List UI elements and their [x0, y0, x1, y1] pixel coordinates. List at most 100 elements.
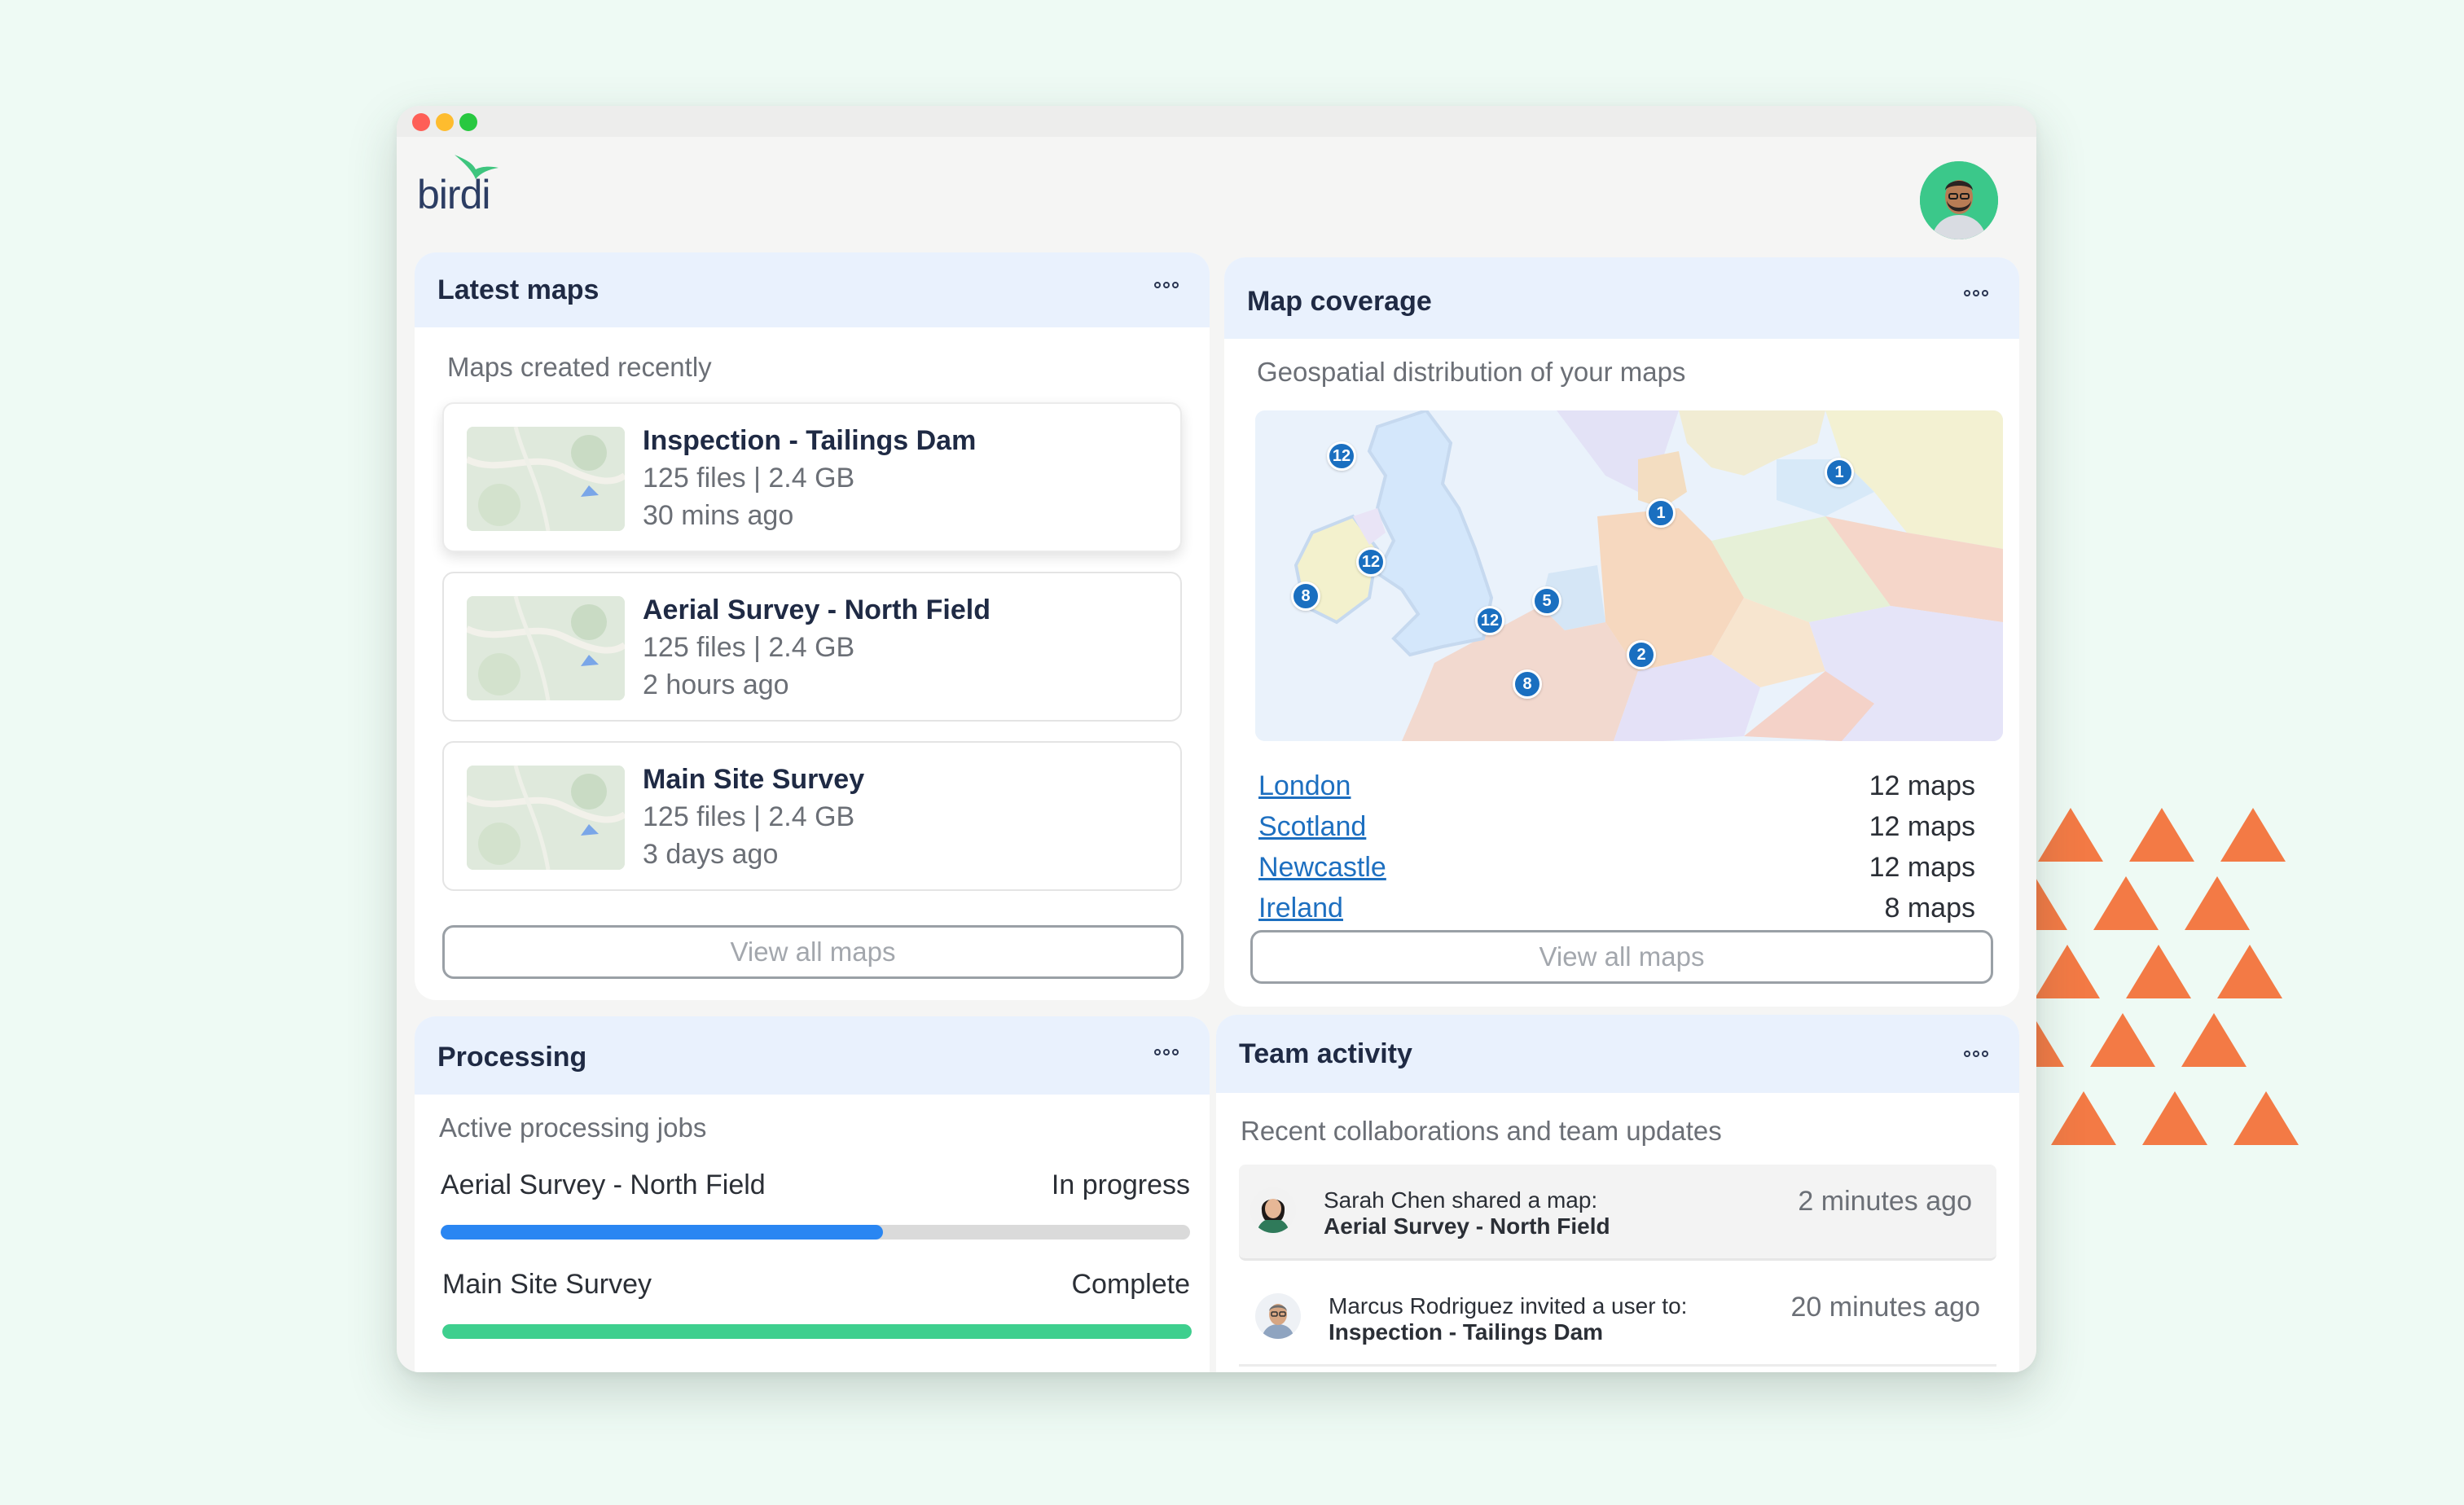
triangle-shape — [2220, 808, 2286, 862]
map-pin[interactable]: 8 — [1291, 581, 1320, 611]
view-all-maps-button[interactable]: View all maps — [442, 925, 1184, 979]
birdi-logo[interactable]: birdi — [417, 153, 515, 226]
minimize-window-button[interactable] — [436, 113, 454, 131]
decorative-triangles — [2020, 798, 2346, 1156]
map-list-item[interactable]: Inspection - Tailings Dam 125 files | 2.… — [442, 402, 1182, 552]
location-row: Scotland 12 maps — [1258, 811, 1975, 849]
latest-maps-card: Latest maps Maps created recently Inspec… — [415, 252, 1210, 1000]
triangle-shape — [2181, 1013, 2247, 1067]
job-name: Main Site Survey — [442, 1269, 652, 1300]
progress-bar — [441, 1225, 1190, 1240]
team-activity-header: Team activity — [1216, 1015, 2019, 1093]
triangle-shape — [2035, 945, 2100, 998]
map-pin[interactable]: 8 — [1513, 669, 1542, 699]
map-pin[interactable]: 5 — [1532, 586, 1561, 616]
activity-time: 20 minutes ago — [1790, 1292, 1981, 1323]
user-avatar-icon — [1250, 1187, 1296, 1233]
triangle-shape — [2233, 1091, 2299, 1145]
map-name: Main Site Survey — [643, 764, 865, 795]
map-meta: 125 files | 2.4 GB — [643, 801, 855, 832]
activity-target: Inspection - Tailings Dam — [1329, 1319, 1604, 1345]
map-time: 2 hours ago — [643, 669, 789, 700]
location-link[interactable]: Scotland — [1258, 811, 1366, 843]
card-title: Map coverage — [1247, 285, 1432, 317]
map-time: 30 mins ago — [643, 500, 794, 531]
map-pin[interactable]: 12 — [1356, 547, 1386, 577]
card-subtitle: Active processing jobs — [439, 1112, 707, 1143]
more-options-icon[interactable] — [1964, 290, 1988, 296]
more-options-icon[interactable] — [1154, 1049, 1179, 1055]
map-thumbnail-image — [467, 596, 625, 700]
map-thumbnail-image — [467, 766, 625, 870]
location-link[interactable]: Newcastle — [1258, 852, 1386, 884]
location-count: 12 maps — [1869, 770, 1975, 801]
job-name: Aerial Survey - North Field — [441, 1169, 766, 1200]
activity-text: Marcus Rodriguez invited a user to: — [1329, 1293, 1688, 1319]
progress-bar — [442, 1324, 1192, 1339]
map-pin[interactable]: 1 — [1646, 498, 1676, 528]
user-avatar[interactable] — [1920, 161, 1998, 239]
map-time: 3 days ago — [643, 839, 779, 870]
triangle-shape — [2217, 945, 2282, 998]
activity-target: Aerial Survey - North Field — [1324, 1213, 1610, 1239]
map-thumbnail — [467, 427, 625, 531]
more-options-icon[interactable] — [1964, 1051, 1988, 1057]
map-pin[interactable]: 12 — [1327, 441, 1356, 471]
team-activity-card: Team activity Recent collaborations and … — [1216, 1015, 2019, 1372]
location-row: Ireland 8 maps — [1258, 893, 1975, 930]
latest-maps-header: Latest maps — [415, 252, 1210, 327]
maximize-window-button[interactable] — [459, 113, 477, 131]
coverage-map[interactable]: 12 1 1 12 8 5 12 2 8 — [1255, 410, 2003, 741]
card-title: Processing — [437, 1041, 587, 1073]
triangle-shape — [2090, 1013, 2155, 1067]
processing-card: Processing Active processing jobs Aerial… — [415, 1016, 1210, 1372]
avatar — [1250, 1187, 1296, 1233]
triangle-shape — [2185, 876, 2250, 930]
map-thumbnail-image — [467, 427, 625, 531]
activity-time: 2 minutes ago — [1798, 1186, 1972, 1217]
card-title: Latest maps — [437, 274, 600, 305]
avatar — [1255, 1293, 1301, 1339]
location-link[interactable]: Ireland — [1258, 893, 1343, 924]
map-list-item[interactable]: Aerial Survey - North Field 125 files | … — [442, 572, 1182, 722]
window-titlebar — [397, 106, 2036, 137]
user-avatar-icon — [1255, 1293, 1301, 1339]
activity-item[interactable]: Sarah Chen shared a map: Aerial Survey -… — [1239, 1165, 1996, 1261]
activity-item[interactable]: Marcus Rodriguez invited a user to: Insp… — [1239, 1270, 1996, 1367]
location-link[interactable]: London — [1258, 770, 1351, 802]
map-name: Inspection - Tailings Dam — [643, 425, 977, 456]
map-thumbnail — [467, 766, 625, 870]
location-row: London 12 maps — [1258, 770, 1975, 808]
map-meta: 125 files | 2.4 GB — [643, 463, 855, 494]
logo-text: birdi — [417, 172, 490, 217]
processing-header: Processing — [415, 1016, 1210, 1095]
map-pin[interactable]: 12 — [1475, 606, 1504, 635]
card-title: Team activity — [1239, 1038, 1412, 1069]
card-subtitle: Recent collaborations and team updates — [1241, 1116, 1722, 1146]
location-count: 8 maps — [1884, 893, 1976, 924]
map-meta: 125 files | 2.4 GB — [643, 632, 855, 663]
activity-text: Sarah Chen shared a map: — [1324, 1187, 1598, 1213]
map-coverage-card: Map coverage Geospatial distribution of … — [1224, 257, 2019, 1007]
map-pin[interactable]: 1 — [1825, 458, 1854, 487]
progress-fill — [442, 1324, 1192, 1339]
triangle-shape — [2051, 1091, 2116, 1145]
more-options-icon[interactable] — [1154, 282, 1179, 288]
location-row: Newcastle 12 maps — [1258, 852, 1975, 889]
card-subtitle: Geospatial distribution of your maps — [1257, 357, 1686, 387]
user-avatar-icon — [1920, 161, 1998, 239]
progress-fill — [441, 1225, 883, 1240]
close-window-button[interactable] — [412, 113, 430, 131]
job-status: In progress — [1051, 1169, 1190, 1200]
triangle-shape — [2126, 945, 2191, 998]
map-name: Aerial Survey - North Field — [643, 595, 990, 625]
job-status: Complete — [1071, 1269, 1190, 1300]
triangle-shape — [2038, 808, 2103, 862]
map-coverage-header: Map coverage — [1224, 257, 2019, 339]
app-window: birdi Latest maps Maps created recently — [397, 106, 2036, 1372]
triangle-shape — [2129, 808, 2194, 862]
location-count: 12 maps — [1869, 852, 1975, 883]
view-all-maps-button[interactable]: View all maps — [1250, 930, 1993, 984]
map-pin[interactable]: 2 — [1627, 640, 1656, 669]
map-list-item[interactable]: Main Site Survey 125 files | 2.4 GB 3 da… — [442, 741, 1182, 891]
